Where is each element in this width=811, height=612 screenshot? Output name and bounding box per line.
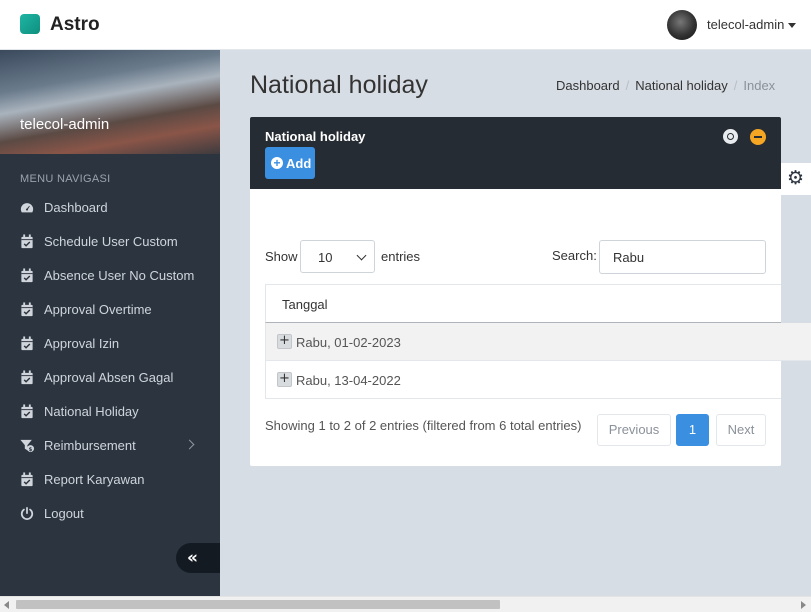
page-length-select[interactable]: 10 [300, 240, 375, 273]
column-header-label: Tanggal [282, 297, 328, 312]
page-length-value: 10 [318, 250, 333, 265]
table-info: Showing 1 to 2 of 2 entries (filtered fr… [265, 418, 582, 433]
sidebar-item-report-karyawan[interactable]: Report Karyawan [0, 465, 220, 495]
calendar-check-icon [21, 302, 33, 317]
svg-text:$: $ [29, 447, 33, 453]
scrollbar-thumb[interactable] [16, 600, 500, 609]
calendar-check-icon [21, 370, 33, 385]
add-button-label: Add [286, 156, 312, 171]
calendar-check-icon [21, 336, 33, 351]
breadcrumb-separator: / [625, 78, 630, 93]
sidebar-username: telecol-admin [20, 116, 110, 133]
menu-header: MENU NAVIGASI [20, 173, 111, 185]
collapse-card-icon[interactable] [750, 129, 766, 145]
tanggal-cell: Rabu, 01-02-2023 [296, 335, 401, 350]
breadcrumb-index: Index [743, 78, 776, 93]
top-navbar: Astro telecol-admin [0, 0, 811, 50]
chevron-down-icon [356, 250, 367, 261]
sidebar-item-label: Reimbursement [44, 438, 136, 453]
previous-page-button[interactable]: Previous [597, 414, 671, 446]
page-title: National holiday [250, 71, 428, 99]
user-avatar[interactable] [667, 10, 697, 40]
scroll-left-icon[interactable] [4, 601, 9, 609]
dashboard-icon [20, 203, 34, 213]
gear-icon: ⚙ [787, 167, 805, 189]
sidebar-item-label: National Holiday [44, 404, 139, 419]
user-menu-name[interactable]: telecol-admin [707, 17, 784, 32]
funnel-dollar-icon: $ [20, 439, 34, 453]
add-button[interactable]: + Add [265, 147, 315, 179]
sidebar-user-banner: telecol-admin [0, 50, 220, 154]
breadcrumb-dashboard[interactable]: Dashboard [556, 78, 620, 93]
sidebar-item-absence-user-no-custom[interactable]: Absence User No Custom [0, 261, 220, 291]
next-page-button[interactable]: Next [716, 414, 766, 446]
collapse-sidebar-button[interactable]: « [176, 543, 220, 573]
sidebar-item-schedule-user-custom[interactable]: Schedule User Custom [0, 227, 220, 257]
sidebar-item-national-holiday[interactable]: National Holiday [0, 397, 220, 427]
show-label: Show [265, 249, 298, 264]
card-title: National holiday [265, 129, 366, 144]
search-input[interactable] [599, 240, 766, 274]
plus-circle-icon: + [271, 157, 283, 169]
calendar-check-icon [21, 404, 33, 419]
national-holiday-card: National holiday + Add Show 10 entries S… [250, 117, 811, 466]
sidebar-item-reimbursement[interactable]: $ Reimbursement [0, 431, 220, 461]
expand-row-icon[interactable]: + [277, 334, 292, 349]
calendar-check-icon [21, 472, 33, 487]
calendar-check-icon [21, 268, 33, 283]
search-label: Search: [552, 248, 597, 263]
table-row: + Rabu, 13-04-2022 [265, 361, 781, 399]
double-chevron-left-icon: « [187, 548, 198, 568]
breadcrumb-separator: / [733, 78, 738, 93]
breadcrumb-national-holiday[interactable]: National holiday [635, 78, 728, 93]
column-header-tanggal[interactable]: Tanggal [265, 284, 781, 323]
settings-button[interactable]: ⚙ [781, 163, 811, 195]
chevron-right-icon [184, 439, 195, 450]
sidebar-item-label: Logout [44, 506, 84, 521]
tanggal-cell: Rabu, 13-04-2022 [296, 373, 401, 388]
caret-down-icon[interactable] [788, 23, 796, 28]
scroll-right-icon[interactable] [801, 601, 806, 609]
sidebar-item-label: Approval Overtime [44, 302, 152, 317]
calendar-check-icon [21, 234, 33, 249]
sidebar-item-label: Schedule User Custom [44, 234, 178, 249]
power-icon [20, 506, 34, 520]
table-row: + Rabu, 01-02-2023 [265, 323, 811, 361]
sidebar-item-label: Report Karyawan [44, 472, 145, 487]
expand-card-icon[interactable] [723, 129, 738, 144]
expand-row-icon[interactable]: + [277, 372, 292, 387]
card-header: National holiday + Add [250, 117, 781, 189]
sidebar-item-approval-izin[interactable]: Approval Izin [0, 329, 220, 359]
sidebar-item-label: Approval Izin [44, 336, 120, 351]
sidebar-item-logout[interactable]: Logout [0, 499, 220, 529]
sidebar: telecol-admin MENU NAVIGASI Dashboard Sc… [0, 50, 220, 596]
sidebar-item-dashboard[interactable]: Dashboard [0, 193, 220, 223]
entries-label: entries [381, 249, 421, 264]
breadcrumb: Dashboard / National holiday / Index [556, 78, 775, 93]
horizontal-scrollbar[interactable] [0, 596, 811, 612]
sidebar-item-approval-absen-gagal[interactable]: Approval Absen Gagal [0, 363, 220, 393]
page-1-button[interactable]: 1 [676, 414, 709, 446]
brand-name[interactable]: Astro [50, 14, 100, 36]
astro-logo-icon[interactable] [20, 14, 40, 34]
sidebar-item-label: Approval Absen Gagal [44, 370, 174, 385]
sidebar-item-label: Absence User No Custom [44, 268, 195, 283]
sidebar-item-label: Dashboard [44, 200, 108, 215]
sidebar-item-approval-overtime[interactable]: Approval Overtime [0, 295, 220, 325]
